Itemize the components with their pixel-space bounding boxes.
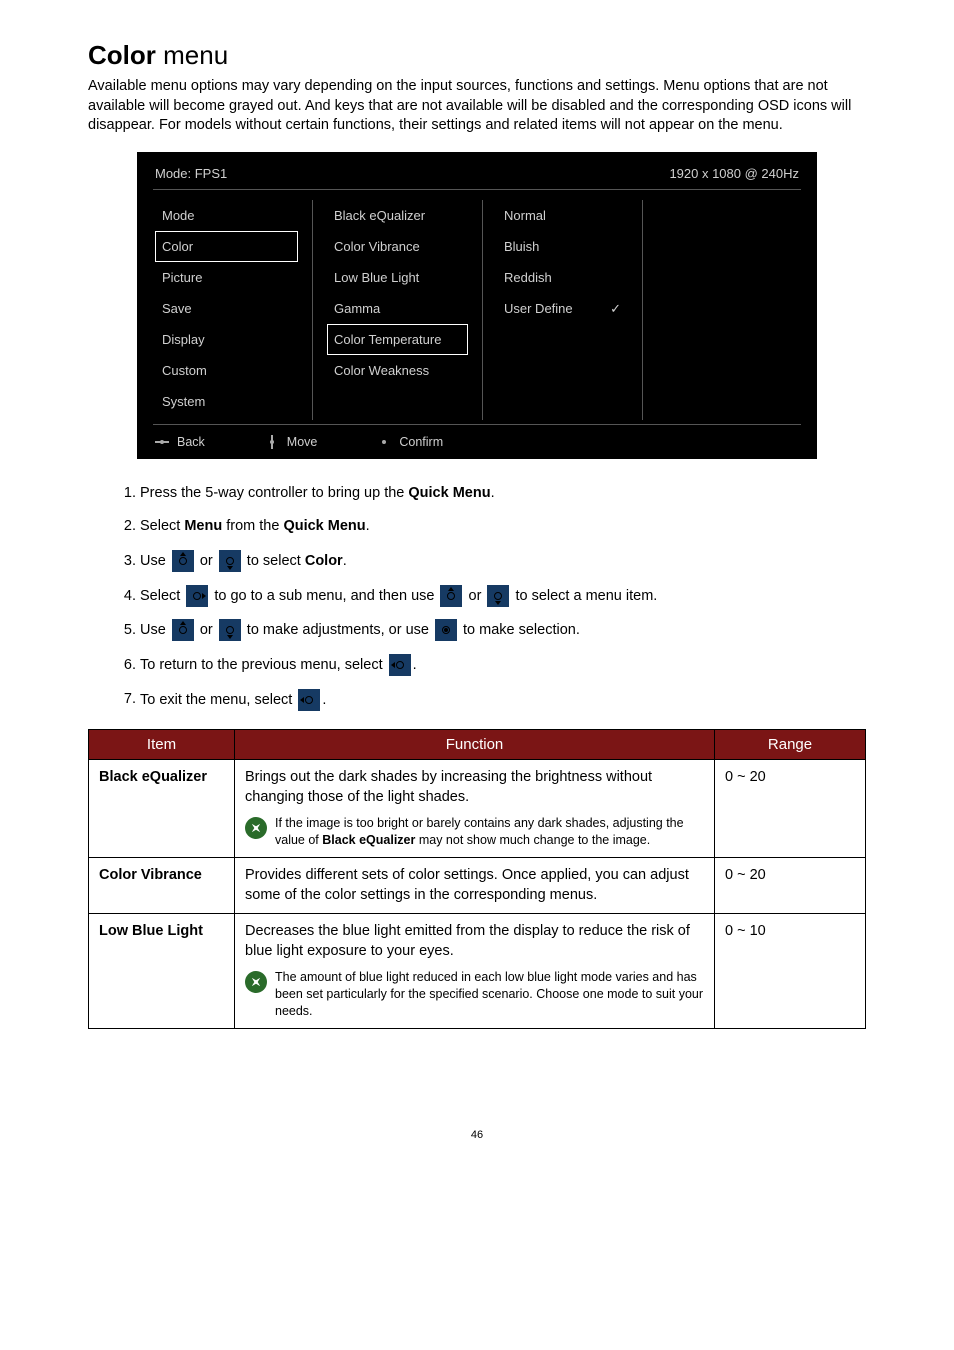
- table-row: Low Blue Light Decreases the blue light …: [89, 914, 866, 1029]
- controller-right-icon: [186, 585, 208, 607]
- osd-footer: Back Move Confirm: [153, 425, 801, 449]
- table-row: Color Vibrance Provides different sets o…: [89, 857, 866, 913]
- note-icon: [245, 817, 267, 839]
- osd-item: Normal: [497, 200, 628, 231]
- step-3: Use or to select Color.: [140, 550, 866, 573]
- osd-item: Display: [155, 324, 298, 355]
- row-function: Provides different sets of color setting…: [235, 857, 715, 913]
- osd-mode-label: Mode: FPS1: [155, 166, 227, 181]
- note-text: The amount of blue light reduced in each…: [275, 969, 704, 1020]
- step-5: Use or to make adjustments, or use to ma…: [140, 619, 866, 642]
- osd-item: Black eQualizer: [327, 200, 468, 231]
- row-range: 0 ~ 20: [715, 760, 866, 858]
- osd-item: Mode: [155, 200, 298, 231]
- osd-item: Color Vibrance: [327, 231, 468, 262]
- table-row: Black eQualizer Brings out the dark shad…: [89, 760, 866, 858]
- controller-left-icon: [389, 654, 411, 676]
- controller-center-icon: [435, 619, 457, 641]
- th-function: Function: [235, 730, 715, 760]
- settings-table: Item Function Range Black eQualizer Brin…: [88, 729, 866, 1029]
- osd-column-main: Mode Color Picture Save Display Custom S…: [153, 200, 313, 420]
- osd-item: Picture: [155, 262, 298, 293]
- step-7: To exit the menu, select .: [140, 689, 866, 712]
- row-name: Black eQualizer: [89, 760, 235, 858]
- osd-resolution: 1920 x 1080 @ 240Hz: [669, 166, 799, 181]
- osd-foot-back: Back: [177, 435, 205, 449]
- step-6: To return to the previous menu, select .: [140, 654, 866, 677]
- page-title: Color menu: [88, 40, 866, 71]
- controller-down-icon: [487, 585, 509, 607]
- osd-column-options: Normal Bluish Reddish User Define✓: [483, 200, 643, 420]
- osd-column-empty: [643, 200, 801, 420]
- osd-screenshot: Mode: FPS1 1920 x 1080 @ 240Hz Mode Colo…: [137, 152, 817, 459]
- osd-foot-confirm: Confirm: [399, 435, 443, 449]
- note-text: If the image is too bright or barely con…: [275, 815, 704, 849]
- osd-item: Low Blue Light: [327, 262, 468, 293]
- instruction-list: Press the 5-way controller to bring up t…: [118, 483, 866, 711]
- row-function: Decreases the blue light emitted from th…: [235, 914, 715, 1029]
- check-icon: ✓: [610, 301, 621, 317]
- controller-down-icon: [219, 550, 241, 572]
- row-range: 0 ~ 20: [715, 857, 866, 913]
- step-4: Select to go to a sub menu, and then use…: [140, 585, 866, 608]
- joystick-vertical-icon: [265, 435, 279, 449]
- controller-left-icon: [298, 689, 320, 711]
- osd-item-checked: User Define✓: [497, 293, 628, 325]
- controller-up-icon: [440, 585, 462, 607]
- joystick-press-icon: [377, 435, 391, 449]
- th-item: Item: [89, 730, 235, 760]
- osd-item-selected: Color Temperature: [327, 324, 468, 355]
- controller-up-icon: [172, 619, 194, 641]
- note-icon: [245, 971, 267, 993]
- osd-item-selected: Color: [155, 231, 298, 262]
- osd-foot-move: Move: [287, 435, 318, 449]
- page-number: 46: [88, 1129, 866, 1141]
- osd-item: Custom: [155, 355, 298, 386]
- th-range: Range: [715, 730, 866, 760]
- step-1: Press the 5-way controller to bring up t…: [140, 483, 866, 505]
- osd-item: Reddish: [497, 262, 628, 293]
- osd-item: Color Weakness: [327, 355, 468, 386]
- step-2: Select Menu from the Quick Menu.: [140, 516, 866, 538]
- osd-column-sub: Black eQualizer Color Vibrance Low Blue …: [313, 200, 483, 420]
- row-function: Brings out the dark shades by increasing…: [235, 760, 715, 858]
- row-name: Color Vibrance: [89, 857, 235, 913]
- controller-down-icon: [219, 619, 241, 641]
- controller-up-icon: [172, 550, 194, 572]
- osd-item: Bluish: [497, 231, 628, 262]
- osd-item: System: [155, 386, 298, 417]
- osd-item: Gamma: [327, 293, 468, 324]
- row-range: 0 ~ 10: [715, 914, 866, 1029]
- intro-paragraph: Available menu options may vary dependin…: [88, 77, 866, 136]
- osd-item: Save: [155, 293, 298, 324]
- joystick-horizontal-icon: [155, 435, 169, 449]
- row-name: Low Blue Light: [89, 914, 235, 1029]
